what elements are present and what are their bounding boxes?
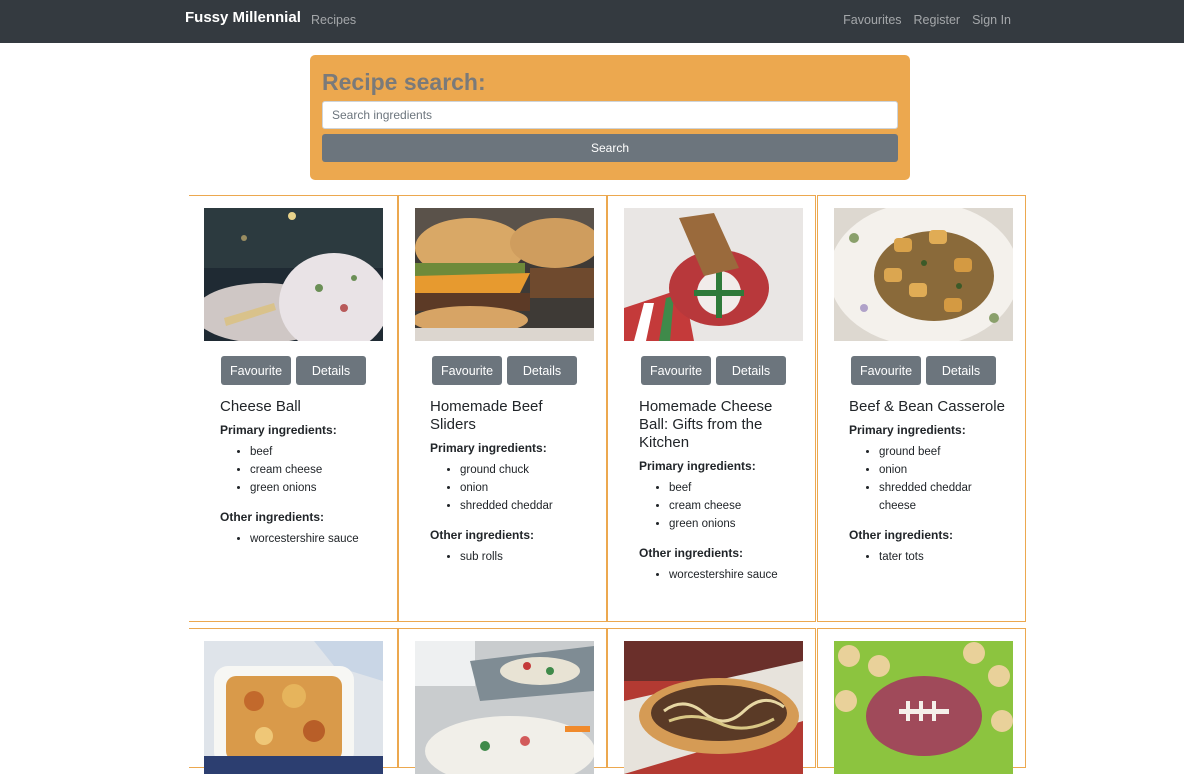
list-item: sub rolls xyxy=(460,548,590,566)
recipe-card xyxy=(607,628,816,774)
details-button[interactable]: Details xyxy=(716,356,786,385)
details-button[interactable]: Details xyxy=(507,356,577,385)
search-input[interactable] xyxy=(322,101,898,129)
list-item: green onions xyxy=(669,515,799,533)
nav-favourites-link[interactable]: Favourites xyxy=(843,13,901,27)
list-item: beef xyxy=(669,479,799,497)
other-ingredients-label: Other ingredients: xyxy=(639,546,744,560)
search-button[interactable]: Search xyxy=(322,134,898,162)
recipe-title: Homemade Cheese Ball: Gifts from the Kit… xyxy=(639,398,773,451)
list-item: worcestershire sauce xyxy=(669,566,799,584)
brand-logo[interactable]: Fussy Millennial xyxy=(185,9,301,26)
list-item: tater tots xyxy=(879,548,1009,566)
primary-ingredients-label: Primary ingredients: xyxy=(430,441,547,455)
nav-right-links: Favourites Register Sign In xyxy=(843,13,1011,27)
recipe-card: Favourite Details Beef & Bean Casserole … xyxy=(817,195,1026,622)
other-ingredients-label: Other ingredients: xyxy=(430,528,535,542)
primary-ingredients-list: beef cream cheese green onions xyxy=(220,443,380,497)
other-ingredients-list: tater tots xyxy=(849,548,1009,566)
primary-ingredients-label: Primary ingredients: xyxy=(220,423,337,437)
recipe-search-panel: Recipe search: Search xyxy=(310,55,910,180)
details-button[interactable]: Details xyxy=(926,356,996,385)
search-title: Recipe search: xyxy=(322,69,486,95)
recipe-image[interactable] xyxy=(204,641,383,774)
recipe-card-body: Cheese Ball Primary ingredients: beef cr… xyxy=(220,398,380,561)
list-item: cream cheese xyxy=(250,461,380,479)
recipe-card: Favourite Details Homemade Beef Sliders … xyxy=(398,195,607,622)
recipe-image[interactable] xyxy=(415,641,594,774)
recipe-image[interactable] xyxy=(204,208,383,341)
other-ingredients-list: worcestershire sauce xyxy=(639,566,799,584)
other-ingredients-list: sub rolls xyxy=(430,548,590,566)
primary-ingredients-list: ground chuck onion shredded cheddar xyxy=(430,461,590,515)
primary-ingredients-label: Primary ingredients: xyxy=(849,423,966,437)
list-item: shredded cheddar xyxy=(460,497,590,515)
recipe-card xyxy=(189,628,398,774)
recipe-card-body: Homemade Beef Sliders Primary ingredient… xyxy=(430,398,590,579)
recipe-image[interactable] xyxy=(624,641,803,774)
recipe-image[interactable] xyxy=(624,208,803,341)
recipe-image[interactable] xyxy=(834,208,1013,341)
recipe-title: Homemade Beef Sliders xyxy=(430,398,543,433)
recipe-card-body: Homemade Cheese Ball: Gifts from the Kit… xyxy=(639,398,799,597)
recipe-card xyxy=(398,628,607,774)
list-item: onion xyxy=(460,479,590,497)
list-item: beef xyxy=(250,443,380,461)
list-item: cream cheese xyxy=(669,497,799,515)
list-item: onion xyxy=(879,461,1009,479)
recipe-image[interactable] xyxy=(834,641,1013,774)
recipe-card: Favourite Details Cheese Ball Primary in… xyxy=(189,195,398,622)
list-item: shredded cheddar cheese xyxy=(879,479,1009,515)
favourite-button[interactable]: Favourite xyxy=(851,356,921,385)
list-item: ground beef xyxy=(879,443,1009,461)
primary-ingredients-list: beef cream cheese green onions xyxy=(639,479,799,533)
navbar: Fussy Millennial Recipes Favourites Regi… xyxy=(0,0,1184,43)
nav-recipes-link[interactable]: Recipes xyxy=(311,13,356,27)
other-ingredients-label: Other ingredients: xyxy=(849,528,954,542)
primary-ingredients-label: Primary ingredients: xyxy=(639,459,756,473)
recipe-title: Beef & Bean Casserole xyxy=(849,398,1005,415)
recipe-card-body: Beef & Bean Casserole Primary ingredient… xyxy=(849,398,1009,579)
recipe-image[interactable] xyxy=(415,208,594,341)
other-ingredients-label: Other ingredients: xyxy=(220,510,325,524)
other-ingredients-list: worcestershire sauce xyxy=(220,530,380,548)
favourite-button[interactable]: Favourite xyxy=(221,356,291,385)
list-item: green onions xyxy=(250,479,380,497)
list-item: worcestershire sauce xyxy=(250,530,380,548)
nav-register-link[interactable]: Register xyxy=(914,13,961,27)
list-item: ground chuck xyxy=(460,461,590,479)
details-button[interactable]: Details xyxy=(296,356,366,385)
favourite-button[interactable]: Favourite xyxy=(432,356,502,385)
recipe-card: Favourite Details Homemade Cheese Ball: … xyxy=(607,195,816,622)
nav-sign-in-link[interactable]: Sign In xyxy=(972,13,1011,27)
primary-ingredients-list: ground beef onion shredded cheddar chees… xyxy=(849,443,1009,515)
recipe-title: Cheese Ball xyxy=(220,398,301,415)
recipe-card xyxy=(817,628,1026,774)
favourite-button[interactable]: Favourite xyxy=(641,356,711,385)
